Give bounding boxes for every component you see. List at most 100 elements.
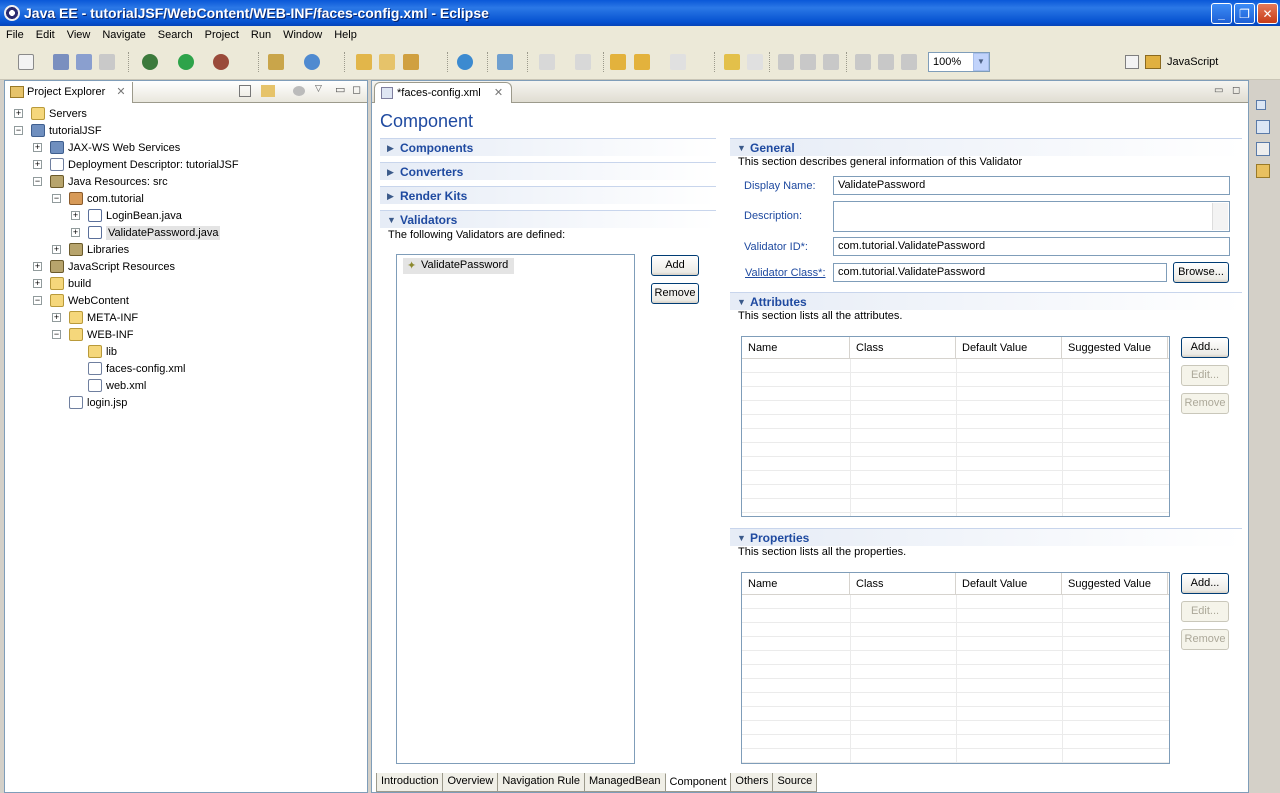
save-icon[interactable]: [53, 54, 69, 70]
properties-table[interactable]: Name Class Default Value Suggested Value: [741, 572, 1170, 764]
browse-button[interactable]: Browse...: [1173, 262, 1229, 283]
tree-item-javascript-resources[interactable]: JavaScript Resources: [50, 258, 175, 275]
tree-item-deployment-descriptor[interactable]: Deployment Descriptor: tutorialJSF: [50, 156, 239, 173]
tree-item-lib[interactable]: lib: [88, 343, 117, 360]
tab-navigation-rule[interactable]: Navigation Rule: [497, 773, 585, 792]
restore-icon[interactable]: [1256, 100, 1266, 110]
bookmarks-icon[interactable]: [1256, 164, 1270, 178]
tree-item-java-resources[interactable]: Java Resources: src: [50, 173, 168, 190]
edit-property-button[interactable]: Edit...: [1181, 601, 1229, 622]
tree-item-loginbean[interactable]: LoginBean.java: [88, 207, 182, 224]
expand-icon[interactable]: +: [33, 262, 42, 271]
menu-navigate[interactable]: Navigate: [96, 29, 151, 41]
tab-source[interactable]: Source: [772, 773, 818, 792]
collapse-icon[interactable]: −: [14, 126, 23, 135]
external-tools-icon[interactable]: [213, 54, 229, 70]
section-properties[interactable]: ▼ Properties: [730, 528, 1242, 546]
expand-icon[interactable]: +: [71, 211, 80, 220]
tab-others[interactable]: Others: [730, 773, 774, 792]
expand-icon[interactable]: +: [14, 109, 23, 118]
search-icon[interactable]: [403, 54, 419, 70]
tab-faces-config[interactable]: *faces-config.xml ✕: [374, 82, 513, 103]
pin-icon[interactable]: [724, 54, 740, 70]
chevron-down-icon[interactable]: ▼: [973, 53, 989, 71]
expand-icon[interactable]: +: [33, 160, 42, 169]
layout-icon[interactable]: [778, 54, 794, 70]
expand-icon[interactable]: +: [71, 228, 80, 237]
perspective-switcher[interactable]: JavaScript: [1125, 52, 1218, 72]
minimize-view-icon[interactable]: ▭: [335, 83, 345, 96]
column-header-name[interactable]: Name: [742, 573, 850, 595]
filter-icon[interactable]: [293, 86, 305, 96]
tree-item-validatepassword[interactable]: ValidatePassword.java: [88, 224, 221, 241]
tree-item-tutorialjsf[interactable]: tutorialJSF: [31, 122, 102, 139]
menu-view[interactable]: View: [61, 29, 97, 41]
column-header-suggested-value[interactable]: Suggested Value: [1062, 337, 1168, 359]
link-editor-icon[interactable]: [261, 85, 275, 97]
remove-validator-button[interactable]: Remove: [651, 283, 699, 304]
tab-project-explorer[interactable]: Project Explorer ✕: [5, 82, 133, 103]
menu-window[interactable]: Window: [277, 29, 328, 41]
back-icon[interactable]: [634, 54, 650, 70]
menu-help[interactable]: Help: [328, 29, 363, 41]
section-converters[interactable]: ▶ Converters: [380, 162, 716, 180]
tree-item-servers[interactable]: Servers: [31, 105, 87, 122]
description-field[interactable]: [833, 201, 1230, 232]
close-icon[interactable]: ✕: [494, 87, 503, 99]
scrollbar[interactable]: [1212, 203, 1228, 230]
align-bottom-icon[interactable]: [901, 54, 917, 70]
tab-managedbean[interactable]: ManagedBean: [583, 773, 666, 792]
view-menu-icon[interactable]: ▽: [315, 83, 322, 94]
collapse-icon[interactable]: −: [52, 194, 61, 203]
align-center-icon[interactable]: [878, 54, 894, 70]
collapse-icon[interactable]: −: [33, 177, 42, 186]
tab-overview[interactable]: Overview: [442, 773, 499, 792]
open-perspective-icon[interactable]: [1125, 55, 1139, 69]
add-attribute-button[interactable]: Add...: [1181, 337, 1229, 358]
new-wizard-icon[interactable]: [304, 54, 320, 70]
tree-item-login-jsp[interactable]: login.jsp: [69, 394, 127, 411]
menu-project[interactable]: Project: [199, 29, 245, 41]
expand-icon[interactable]: +: [52, 313, 61, 322]
column-header-class[interactable]: Class: [850, 337, 956, 359]
last-edit-icon[interactable]: [610, 54, 626, 70]
layout-graph-icon[interactable]: [823, 54, 839, 70]
section-render-kits[interactable]: ▶ Render Kits: [380, 186, 716, 204]
section-validators[interactable]: ▼ Validators: [380, 210, 716, 228]
column-header-suggested-value[interactable]: Suggested Value: [1062, 573, 1168, 595]
list-item[interactable]: ✦ ValidatePassword: [403, 258, 515, 274]
tab-component[interactable]: Component: [664, 773, 732, 792]
expand-icon[interactable]: +: [33, 279, 42, 288]
debug-icon[interactable]: [142, 54, 158, 70]
layout-tree-icon[interactable]: [800, 54, 816, 70]
open-type-icon[interactable]: [356, 54, 372, 70]
validators-list[interactable]: ✦ ValidatePassword: [396, 254, 635, 764]
close-icon[interactable]: ✕: [116, 86, 125, 98]
tree-item-libraries[interactable]: Libraries: [69, 241, 129, 258]
collapse-all-icon[interactable]: [239, 85, 251, 97]
add-property-button[interactable]: Add...: [1181, 573, 1229, 594]
align-icon[interactable]: [855, 54, 871, 70]
column-header-name[interactable]: Name: [742, 337, 850, 359]
web-browser-icon[interactable]: [497, 54, 513, 70]
tasks-icon[interactable]: [1256, 142, 1270, 156]
edit-attribute-button[interactable]: Edit...: [1181, 365, 1229, 386]
validator-id-field[interactable]: com.tutorial.ValidatePassword: [833, 237, 1230, 256]
tree-item-webcontent[interactable]: WebContent: [50, 292, 129, 309]
collapse-icon[interactable]: −: [52, 330, 61, 339]
close-window-button[interactable]: ✕: [1257, 3, 1278, 24]
tab-introduction[interactable]: Introduction: [376, 773, 444, 792]
tree-item-faces-config[interactable]: faces-config.xml: [88, 360, 185, 377]
menu-run[interactable]: Run: [245, 29, 277, 41]
remove-attribute-button[interactable]: Remove: [1181, 393, 1229, 414]
column-header-class[interactable]: Class: [850, 573, 956, 595]
tree-item-jaxws[interactable]: JAX-WS Web Services: [50, 139, 180, 156]
minimize-button[interactable]: _: [1211, 3, 1232, 24]
column-header-default-value[interactable]: Default Value: [956, 573, 1062, 595]
tree-item-package[interactable]: com.tutorial: [69, 190, 144, 207]
minimize-editor-icon[interactable]: ▭: [1214, 85, 1223, 96]
restore-button[interactable]: ❐: [1234, 3, 1255, 24]
expand-icon[interactable]: +: [52, 245, 61, 254]
expand-icon[interactable]: +: [33, 143, 42, 152]
tree-item-web-xml[interactable]: web.xml: [88, 377, 146, 394]
